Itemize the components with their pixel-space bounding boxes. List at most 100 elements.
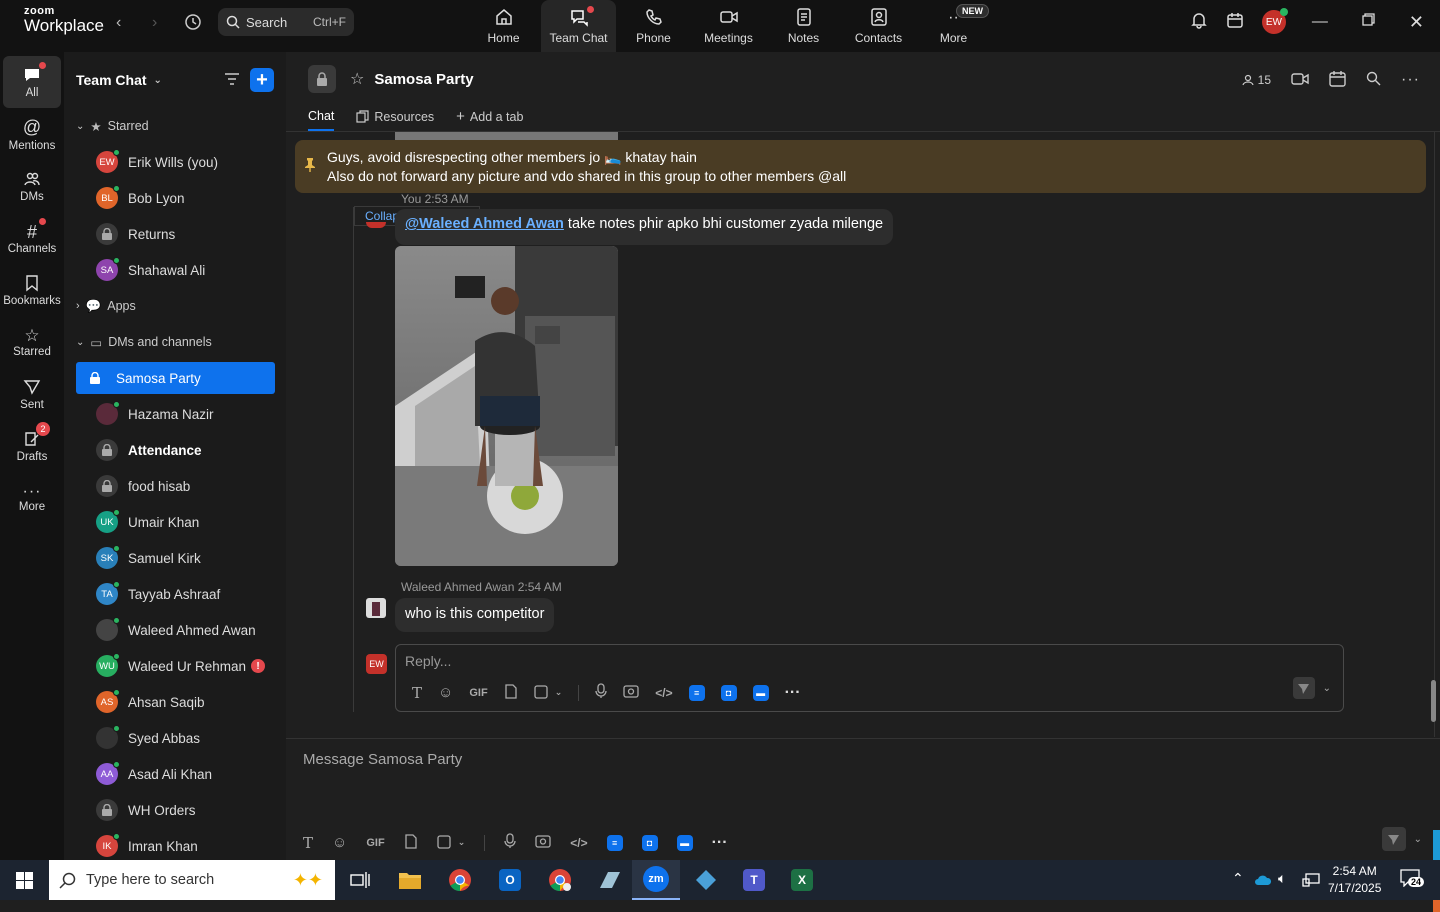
text-format-icon[interactable]: T <box>412 684 422 702</box>
search-icon[interactable] <box>1366 71 1381 89</box>
rail-channels[interactable]: # Channels <box>3 212 61 264</box>
microphone-icon[interactable] <box>595 683 607 702</box>
file-explorer-icon[interactable] <box>386 860 434 900</box>
zoom-app-icon[interactable]: ◘ <box>720 684 737 701</box>
sidebar-item[interactable]: SK Samuel Kirk <box>76 540 275 576</box>
nav-notes[interactable]: Notes <box>766 0 841 52</box>
calendar-badge-icon[interactable] <box>1226 11 1244 34</box>
scrollbar-thumb[interactable] <box>1431 680 1436 722</box>
whiteboard-app-icon[interactable]: ▬ <box>676 834 693 851</box>
send-button[interactable] <box>1292 677 1315 699</box>
sidebar-item[interactable]: IK Imran Khan <box>76 828 275 860</box>
rail-dms[interactable]: DMs <box>3 160 61 212</box>
excel-icon[interactable]: X <box>778 860 826 900</box>
tab-resources[interactable]: Resources <box>356 108 434 131</box>
section-apps[interactable]: › 💬 Apps <box>64 288 286 324</box>
sidebar-item[interactable]: BL Bob Lyon <box>76 180 275 216</box>
sidebar-item[interactable]: Samosa Party <box>76 362 275 394</box>
microphone-icon[interactable] <box>504 833 516 852</box>
message-bubble[interactable]: @Waleed Ahmed Awan take notes phir apko … <box>395 209 894 245</box>
tray-chevron-up-icon[interactable]: ⌃ <box>1232 870 1244 887</box>
sidebar-item[interactable]: AS Ahsan Saqib <box>76 684 275 720</box>
nav-more[interactable]: ·· NEW More <box>916 0 991 52</box>
reply-box[interactable]: Reply... T ☺ GIF ⌄ </> ≡ ◘ ▬ ··· ⌄ <box>395 644 1344 712</box>
volume-icon[interactable]: 🔈︎ <box>1278 870 1286 887</box>
nav-phone[interactable]: Phone <box>616 0 691 52</box>
channel-title[interactable]: Samosa Party <box>374 71 473 88</box>
notification-center-icon[interactable]: 24 <box>1400 869 1425 892</box>
docs-app-icon[interactable]: ≡ <box>688 684 705 701</box>
file-icon[interactable] <box>504 683 518 702</box>
video-message-icon[interactable] <box>623 684 639 701</box>
chrome-icon[interactable] <box>436 860 484 900</box>
user-avatar[interactable]: EW <box>1261 8 1288 34</box>
rail-all[interactable]: All <box>3 56 61 108</box>
network-icon[interactable] <box>1302 873 1320 892</box>
sidebar-item[interactable]: UK Umair Khan <box>76 504 275 540</box>
zoom-taskbar-icon[interactable]: zm <box>632 860 680 900</box>
back-arrow-icon[interactable]: ‹ <box>116 14 121 32</box>
search-box[interactable]: Search Ctrl+F <box>218 8 354 36</box>
teams-icon[interactable]: T <box>730 860 778 900</box>
zoom-app-icon[interactable]: ◘ <box>641 834 658 851</box>
more-options-icon[interactable]: ··· <box>785 684 801 702</box>
filter-icon[interactable] <box>224 72 240 89</box>
tab-chat[interactable]: Chat <box>308 108 335 131</box>
minimize-icon[interactable]: — <box>1312 13 1328 31</box>
new-chat-button[interactable]: + <box>250 68 274 92</box>
reply-placeholder[interactable]: Reply... <box>405 653 451 669</box>
star-outline-icon[interactable]: ☆ <box>350 69 364 89</box>
section-dms[interactable]: ⌄ ▭ DMs and channels <box>64 324 286 360</box>
message-bubble[interactable]: who is this competitor <box>395 598 555 632</box>
calendar-icon[interactable] <box>1329 70 1346 90</box>
file-icon[interactable] <box>404 833 418 852</box>
clock[interactable]: 2:54 AM 7/17/2025 <box>1328 863 1381 897</box>
sidebar-item[interactable]: EW Erik Wills (you) <box>76 144 275 180</box>
code-icon[interactable]: </> <box>570 836 587 850</box>
history-icon[interactable] <box>184 13 202 36</box>
chrome-profile-icon[interactable] <box>536 860 584 900</box>
rail-bookmarks[interactable]: Bookmarks <box>3 264 61 316</box>
rail-mentions[interactable]: @ Mentions <box>3 108 61 160</box>
code-icon[interactable]: </> <box>655 686 672 700</box>
sidebar-item[interactable]: Returns <box>76 216 275 252</box>
mention-link[interactable]: @Waleed Ahmed Awan <box>405 216 564 232</box>
composer[interactable]: Message Samosa Party T ☺ GIF ⌄ </> ≡ ◘ ▬… <box>286 738 1440 860</box>
screenshot-icon[interactable]: ⌄ <box>534 685 562 700</box>
sidebar-item[interactable]: WU Waleed Ur Rehman! <box>76 648 275 684</box>
pinned-message[interactable]: Guys, avoid disrespecting other members … <box>295 140 1426 193</box>
screenshot-icon[interactable]: ⌄ <box>437 835 465 850</box>
nav-meetings[interactable]: Meetings <box>691 0 766 52</box>
rail-sent[interactable]: Sent <box>3 368 61 420</box>
gym-photo[interactable] <box>395 246 618 566</box>
task-view-icon[interactable] <box>336 860 384 900</box>
composer-placeholder[interactable]: Message Samosa Party <box>303 751 462 768</box>
forward-arrow-icon[interactable]: › <box>152 14 157 32</box>
sidebar-item[interactable]: TA Tayyab Ashraaf <box>76 576 275 612</box>
whiteboard-app-icon[interactable]: ▬ <box>752 684 769 701</box>
more-options-icon[interactable]: ··· <box>712 834 728 852</box>
sidebar-item[interactable]: WH Orders <box>76 792 275 828</box>
video-icon[interactable] <box>1291 72 1309 89</box>
send-button[interactable] <box>1381 827 1406 851</box>
nav-contacts[interactable]: Contacts <box>841 0 916 52</box>
text-format-icon[interactable]: T <box>303 834 313 852</box>
app-diamond-icon[interactable] <box>682 860 730 900</box>
chevron-down-icon[interactable]: ⌄ <box>1323 683 1331 694</box>
emoji-icon[interactable]: ☺ <box>438 684 453 701</box>
docs-app-icon[interactable]: ≡ <box>606 834 623 851</box>
gif-icon[interactable]: GIF <box>469 687 487 699</box>
tab-add[interactable]: + Add a tab <box>456 108 523 131</box>
video-message-icon[interactable] <box>535 834 551 851</box>
sidebar-item[interactable]: Waleed Ahmed Awan <box>76 612 275 648</box>
chevron-down-icon[interactable]: ⌄ <box>154 75 162 86</box>
rail-more[interactable]: ··· More <box>3 472 61 524</box>
nav-team-chat[interactable]: Team Chat <box>541 0 616 52</box>
sidebar-item[interactable]: Hazama Nazir <box>76 396 275 432</box>
emoji-icon[interactable]: ☺ <box>332 834 347 851</box>
chevron-down-icon[interactable]: ⌄ <box>1414 834 1422 845</box>
onedrive-icon[interactable] <box>1254 873 1272 891</box>
close-icon[interactable]: ✕ <box>1409 12 1424 33</box>
restore-icon[interactable] <box>1362 13 1375 31</box>
more-options-icon[interactable]: ··· <box>1401 71 1420 89</box>
